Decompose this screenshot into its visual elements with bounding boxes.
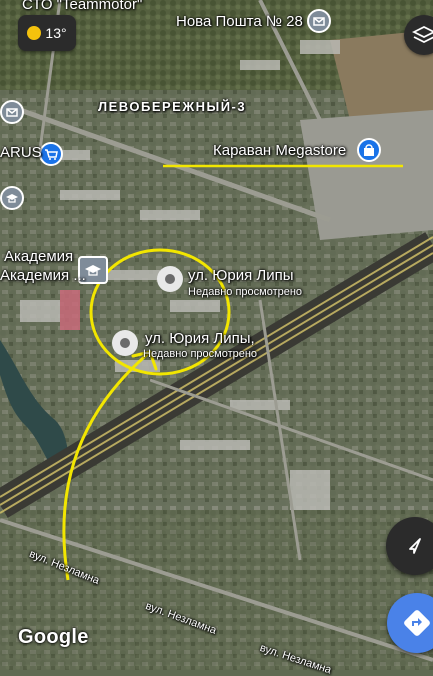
mail-poi-icon[interactable] xyxy=(0,100,24,124)
street-label-2[interactable]: ул. Юрия Липы, xyxy=(145,330,255,347)
shopping-cart-poi-icon[interactable] xyxy=(39,142,63,166)
google-logo: Google xyxy=(18,626,89,648)
map-pin-1[interactable] xyxy=(157,266,183,292)
directions-icon xyxy=(404,610,430,636)
poi-label-arus[interactable]: ARUS xyxy=(0,144,42,161)
school-poi-icon[interactable] xyxy=(0,186,24,210)
poi-label-akademia[interactable]: Академия xyxy=(4,248,73,265)
poi-label-karavan[interactable]: Караван Megastore xyxy=(213,142,346,159)
poi-label-sto[interactable]: СТО "Teammotor" xyxy=(22,0,142,13)
mail-poi-icon[interactable] xyxy=(307,9,331,33)
parking-lot xyxy=(300,110,433,240)
poi-label-nova-poshta[interactable]: Нова Пошта № 28 xyxy=(176,13,303,30)
shopping-bag-poi-icon[interactable] xyxy=(357,138,381,162)
temperature-value: 13° xyxy=(45,25,67,41)
layers-button[interactable] xyxy=(404,15,433,55)
district-label: ЛЕВОБЕРЕЖНЫЙ-3 xyxy=(98,99,247,114)
navigation-button[interactable] xyxy=(386,517,433,575)
street-label-2-subtitle: Недавно просмотрено xyxy=(143,348,258,360)
street-label-1[interactable]: ул. Юрия Липы xyxy=(188,267,294,284)
layers-icon xyxy=(411,25,433,44)
weather-chip[interactable]: 13° xyxy=(18,15,76,51)
navigation-arrow-icon xyxy=(409,538,421,554)
poi-label-akademia-2[interactable]: Академия ... xyxy=(0,267,86,284)
directions-button[interactable] xyxy=(387,593,433,653)
sun-icon xyxy=(27,26,42,40)
street-label-1-subtitle: Недавно просмотрено xyxy=(188,286,303,298)
map-pin-2[interactable] xyxy=(112,330,138,356)
